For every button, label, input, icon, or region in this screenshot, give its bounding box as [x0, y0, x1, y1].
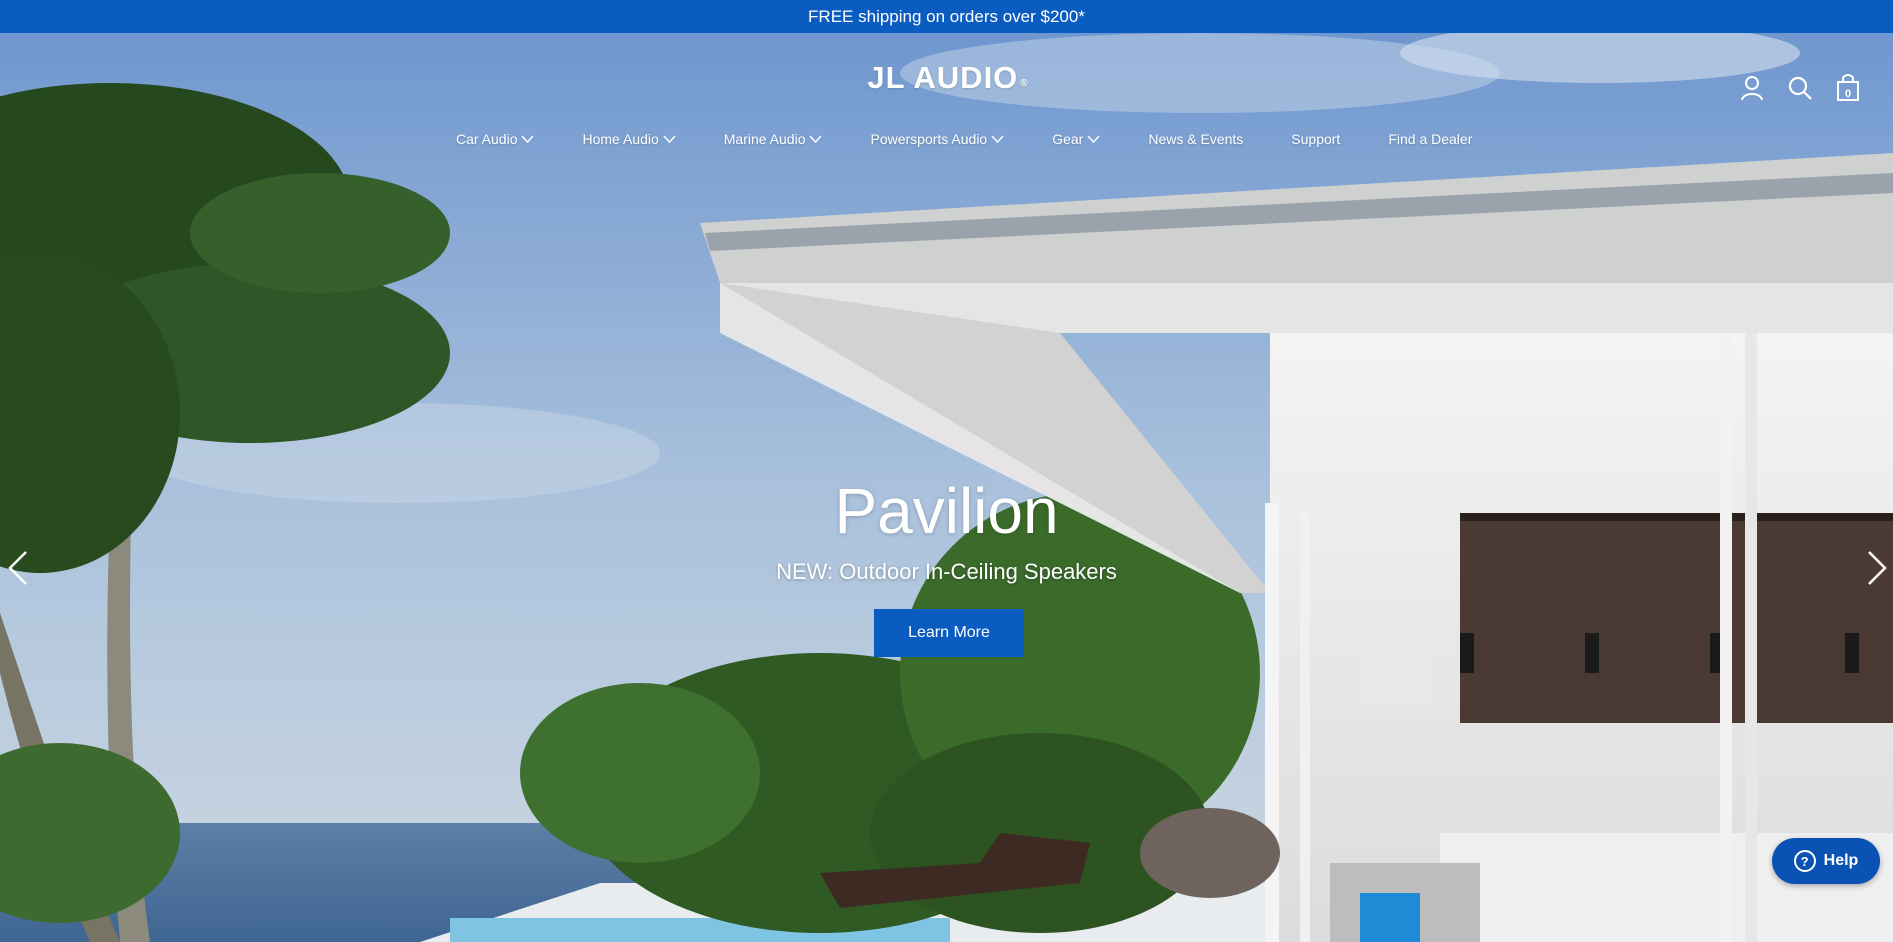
user-icon[interactable]	[1739, 74, 1765, 102]
nav-home-audio[interactable]: Home Audio	[582, 128, 676, 150]
logo-text: JL AUDIO	[867, 60, 1019, 95]
search-icon[interactable]	[1787, 74, 1813, 102]
nav-news-events[interactable]: News & Events	[1148, 128, 1243, 150]
nav-powersports-audio[interactable]: Powersports Audio	[870, 128, 1004, 150]
nav-gear[interactable]: Gear	[1052, 128, 1100, 150]
nav-item-label: Support	[1291, 131, 1341, 147]
announcement-text: FREE shipping on orders over $200*	[808, 6, 1085, 26]
nav-item-label: News & Events	[1148, 131, 1244, 147]
nav-car-audio[interactable]: Car Audio	[456, 128, 535, 150]
nav-item-label: Gear	[1052, 131, 1084, 147]
hero-subtitle: NEW: Outdoor In-Ceiling Speakers	[776, 559, 1117, 584]
hero-title: Pavilion	[834, 475, 1059, 547]
learn-more-button[interactable]: Learn More	[874, 609, 1024, 657]
chevron-down-icon	[1087, 135, 1100, 143]
chevron-down-icon	[991, 135, 1004, 143]
help-button[interactable]: ? Help	[1772, 838, 1880, 884]
help-label: Help	[1823, 852, 1859, 869]
chevron-right-icon[interactable]	[1865, 548, 1889, 588]
nav-support[interactable]: Support	[1291, 128, 1340, 150]
nav-item-label: Marine Audio	[723, 131, 806, 147]
logo-registered-mark: ®	[1020, 78, 1029, 89]
nav-item-label: Home Audio	[582, 131, 659, 147]
chevron-left-icon[interactable]	[6, 548, 30, 588]
nav-item-label: Powersports Audio	[870, 131, 988, 147]
nav-find-dealer[interactable]: Find a Dealer	[1388, 128, 1472, 150]
main-navigation: Car Audio Home Audio Marine Audio Powers…	[456, 128, 1520, 150]
announcement-bar: FREE shipping on orders over $200*	[0, 0, 1893, 33]
jl-audio-logo[interactable]: JL AUDIO ®	[848, 60, 1048, 95]
cart-count: 0	[1844, 88, 1852, 100]
chevron-down-icon	[663, 135, 676, 143]
nav-item-label: Car Audio	[456, 131, 518, 147]
header-actions: 0	[1739, 74, 1861, 102]
chevron-down-icon	[809, 135, 823, 143]
question-icon: ?	[1793, 850, 1816, 872]
nav-item-label: Find a Dealer	[1388, 131, 1473, 147]
cart-icon[interactable]: 0	[1835, 74, 1861, 102]
chevron-down-icon	[521, 135, 535, 143]
nav-marine-audio[interactable]: Marine Audio	[724, 128, 823, 150]
